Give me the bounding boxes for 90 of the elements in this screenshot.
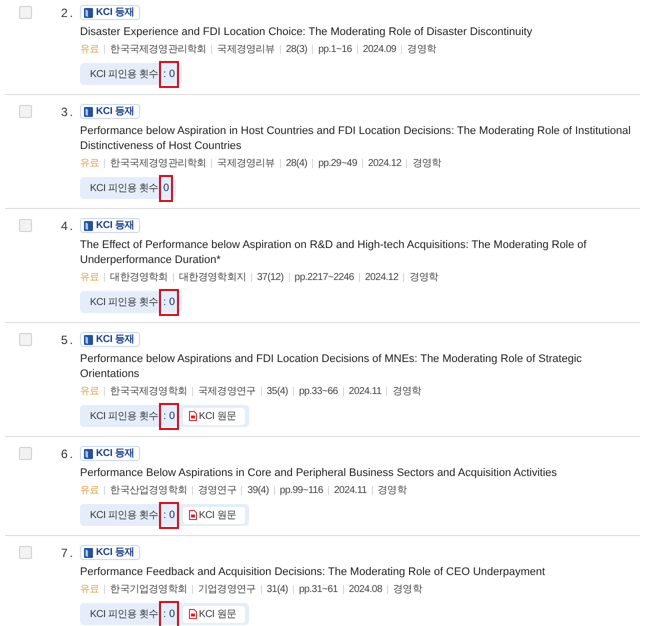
citation-count: 0: [163, 182, 170, 194]
citation-label: KCI 피인용 횟수: [90, 68, 158, 81]
item-number: 6.: [61, 446, 76, 462]
badge-label: KCI 등재: [96, 546, 134, 559]
citation-label: KCI 피인용 횟수: [90, 608, 158, 621]
document-icon: [188, 510, 197, 520]
access-label: 유료: [80, 157, 100, 171]
date-text: 2024.11: [348, 385, 382, 399]
volume-text: 28(4): [286, 157, 308, 171]
article-title-link[interactable]: Performance Below Aspirations in Core and Peripheral Business Sectors and Acquisition Activities: [80, 466, 559, 481]
checkbox[interactable]: [19, 447, 32, 460]
access-label: 유료: [80, 43, 100, 57]
citation-count: : 0: [163, 296, 175, 308]
book-icon: [84, 448, 93, 458]
subject-text: 경영학: [412, 157, 442, 171]
date-text: 2024.12: [364, 271, 398, 285]
citation-count: : 0: [163, 68, 175, 80]
date-text: 2024.12: [368, 157, 402, 171]
full-text-button[interactable]: KCI 원문: [182, 506, 245, 524]
journal-text: 국제경영리뷰: [217, 43, 275, 57]
citation-label: KCI 피인용 횟수: [90, 296, 158, 309]
volume-text: 28(3): [286, 43, 308, 57]
checkbox[interactable]: [19, 105, 32, 118]
citation-count: : 0: [163, 608, 175, 620]
badge-label: KCI 등재: [96, 6, 134, 19]
journal-text: 국제경영리뷰: [217, 157, 275, 171]
article-title-link[interactable]: Disaster Experience and FDI Location Choice: The Moderating Role of Disaster Discontinuity: [80, 25, 534, 40]
item-number: 3.: [61, 104, 76, 120]
full-text-button[interactable]: KCI 원문: [182, 606, 245, 622]
citation-label: KCI 피인용 횟수: [90, 509, 158, 522]
book-icon: [84, 220, 93, 230]
publisher-text: 한국국제경영학회: [110, 385, 188, 399]
document-icon: [188, 411, 197, 421]
item-number: 2.: [61, 5, 76, 21]
publisher-text: 한국국제경영관리학회: [110, 157, 206, 171]
subject-text: 경영학: [392, 385, 422, 399]
pages-text: pp.33~66: [298, 385, 338, 399]
date-text: 2024.09: [362, 43, 396, 57]
pages-text: pp.2217~2246: [294, 271, 354, 285]
badge-label: KCI 등재: [96, 219, 134, 232]
date-text: 2024.11: [334, 484, 367, 498]
journal-text: 기업경영연구: [198, 583, 256, 597]
publisher-text: 한국기업경영학회: [110, 583, 188, 597]
book-icon: [84, 334, 93, 344]
book-icon: [84, 548, 93, 558]
item-number: 4.: [61, 218, 76, 234]
article-title-link[interactable]: Performance below Aspiration in Host Countries and FDI Location Decisions: The Moderating Role of Institutional Distinctiveness of Host Countries: [80, 124, 640, 154]
book-icon: [84, 8, 93, 18]
publisher-text: 대한경영학회: [110, 271, 168, 285]
volume-text: 31(4): [266, 583, 288, 597]
volume-text: 35(4): [266, 385, 288, 399]
access-label: 유료: [80, 385, 100, 399]
subject-text: 경영학: [393, 583, 422, 597]
pages-text: pp.1~16: [318, 43, 352, 57]
pages-text: pp.31~61: [298, 583, 338, 597]
full-text-button[interactable]: KCI 원문: [182, 408, 245, 424]
publisher-text: 한국국제경영관리학회: [110, 43, 206, 57]
access-label: 유료: [80, 484, 100, 498]
badge-label: KCI 등재: [96, 105, 134, 118]
citation-label: KCI 피인용 횟수: [90, 182, 158, 195]
item-number: 7.: [61, 545, 76, 561]
article-title-link[interactable]: Performance below Aspirations and FDI Location Decisions of MNEs: The Moderating Role of Strategic Orientations: [80, 352, 640, 382]
checkbox[interactable]: [19, 219, 32, 232]
item-number: 5.: [61, 332, 76, 348]
pages-text: pp.29~49: [318, 157, 357, 171]
article-title-link[interactable]: Performance Feedback and Acquisition Decisions: The Moderating Role of CEO Underpayment: [80, 565, 548, 580]
journal-text: 경영연구: [198, 484, 236, 498]
article-title-link[interactable]: The Effect of Performance below Aspiration on R&D and High-tech Acquisitions: The Moderating Role of Underperformance Duration*: [80, 238, 640, 268]
checkbox[interactable]: [19, 333, 32, 346]
badge-label: KCI 등재: [96, 447, 134, 460]
date-text: 2024.08: [348, 583, 382, 597]
journal-text: 대한경영학회지: [178, 271, 246, 285]
citation-count: : 0: [163, 410, 175, 422]
subject-text: 경영학: [378, 484, 406, 498]
citation-label: KCI 피인용 횟수: [90, 410, 158, 423]
volume-text: 37(12): [257, 271, 284, 285]
book-icon: [84, 106, 93, 116]
access-label: 유료: [80, 583, 100, 597]
publisher-text: 한국산업경영학회: [110, 484, 188, 498]
subject-text: 경영학: [407, 43, 436, 57]
document-icon: [188, 609, 197, 619]
volume-text: 39(4): [247, 484, 269, 498]
journal-text: 국제경영연구: [198, 385, 256, 399]
checkbox[interactable]: [19, 546, 32, 559]
access-label: 유료: [80, 271, 100, 285]
checkbox[interactable]: [19, 6, 32, 19]
citation-count: : 0: [163, 508, 175, 520]
badge-label: KCI 등재: [96, 333, 134, 346]
pages-text: pp.99~116: [280, 484, 323, 498]
subject-text: 경영학: [409, 271, 438, 285]
